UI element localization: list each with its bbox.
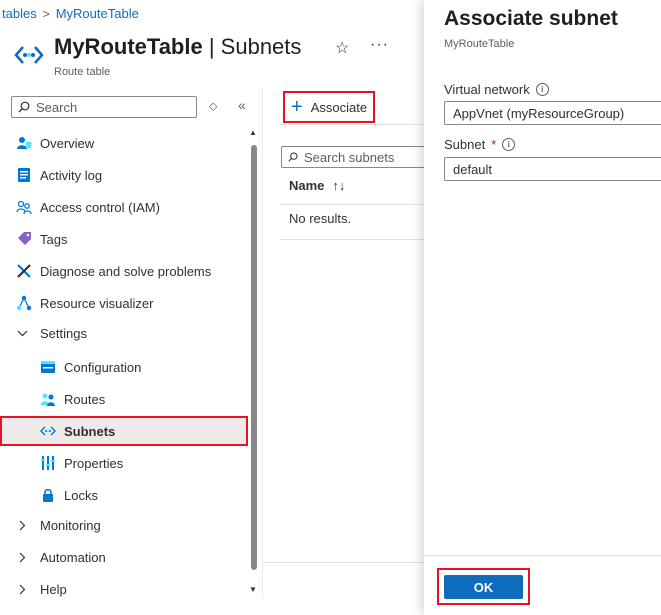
empty-state-text: No results. xyxy=(289,211,352,226)
star-icon[interactable]: ☆ xyxy=(335,38,349,58)
sidebar-item-label: Configuration xyxy=(64,359,142,375)
sidebar-item-label: Automation xyxy=(40,549,106,565)
chevron-right-icon xyxy=(16,552,28,563)
sidebar-item-label: Access control (IAM) xyxy=(40,199,160,215)
divider xyxy=(280,239,425,240)
scroll-up-arrow-icon[interactable]: ▲ xyxy=(249,128,257,137)
sidebar-item-label: Overview xyxy=(40,135,95,151)
field-label-text: Virtual network xyxy=(444,82,530,97)
subnet-icon xyxy=(14,46,44,64)
subnet-icon xyxy=(40,423,56,439)
chevron-right-icon xyxy=(16,584,28,595)
search-icon xyxy=(288,152,298,162)
sidebar-item-label: Locks xyxy=(64,487,98,503)
sidebar-item-overview[interactable]: Overview xyxy=(0,128,248,158)
sidebar-item-tags[interactable]: Tags xyxy=(0,224,248,254)
wrench-icon xyxy=(16,263,32,279)
panel-title: Associate subnet xyxy=(444,7,618,30)
sidebar-search-input[interactable] xyxy=(36,99,186,115)
subnet-search-input[interactable] xyxy=(304,149,424,165)
chevron-right-icon: > xyxy=(42,6,50,21)
column-header-label: Name xyxy=(289,178,325,193)
panel-subtitle: MyRouteTable xyxy=(444,38,515,50)
chevron-down-icon xyxy=(16,330,28,337)
lock-icon xyxy=(40,487,56,503)
subnet-search[interactable] xyxy=(281,146,425,168)
info-icon[interactable]: i xyxy=(535,83,549,96)
divider xyxy=(280,124,425,125)
required-marker: * xyxy=(491,137,497,152)
sidebar-group-automation[interactable]: Automation xyxy=(0,542,248,572)
resource-name: MyRouteTable xyxy=(54,34,203,59)
tag-icon xyxy=(16,231,32,247)
configuration-icon xyxy=(40,359,56,375)
sidebar-item-diagnose[interactable]: Diagnose and solve problems xyxy=(0,256,248,286)
sidebar-group-monitoring[interactable]: Monitoring xyxy=(0,510,248,540)
divider xyxy=(262,562,425,563)
people-icon xyxy=(16,199,32,215)
subnet-dropdown[interactable]: default xyxy=(444,157,661,181)
divider xyxy=(280,204,425,205)
collapse-sidebar-icon[interactable]: « xyxy=(238,97,246,113)
title-separator: | xyxy=(202,34,221,59)
virtual-network-value: AppVnet (myResourceGroup) xyxy=(453,105,625,121)
subnet-label: Subnet * i xyxy=(444,137,516,152)
info-icon[interactable]: i xyxy=(502,138,516,151)
breadcrumb-link-tables[interactable]: tables xyxy=(2,6,37,21)
routes-icon xyxy=(40,391,56,407)
sidebar-item-access-control[interactable]: Access control (IAM) xyxy=(0,192,248,222)
expand-collapse-icon[interactable]: ⬦ xyxy=(209,99,217,114)
associate-button-label: Associate xyxy=(310,99,368,115)
divider xyxy=(262,88,263,598)
sidebar-item-locks[interactable]: Locks xyxy=(0,480,248,510)
sidebar-item-label: Tags xyxy=(40,231,68,247)
virtual-network-label: Virtual network i xyxy=(444,82,549,97)
search-icon xyxy=(18,101,30,113)
sidebar-item-label: Monitoring xyxy=(40,517,101,533)
sidebar-scrollbar[interactable] xyxy=(251,145,257,570)
column-header-name[interactable]: Name ↑↓ xyxy=(289,178,345,193)
page-title: MyRouteTable | Subnets xyxy=(54,34,301,60)
plus-icon: + xyxy=(291,96,303,118)
sidebar-item-label: Routes xyxy=(64,391,106,407)
sidebar-item-label: Settings xyxy=(40,325,87,341)
sidebar-item-label: Help xyxy=(40,581,67,597)
field-label-text: Subnet xyxy=(444,137,486,152)
sidebar-item-label: Diagnose and solve problems xyxy=(40,263,212,279)
ellipsis-icon[interactable]: ··· xyxy=(370,36,389,54)
divider xyxy=(424,555,661,556)
sidebar-group-settings[interactable]: Settings xyxy=(0,318,248,348)
sidebar-item-label: Resource visualizer xyxy=(40,295,154,311)
network-icon xyxy=(16,295,32,311)
sidebar-item-label: Activity log xyxy=(40,167,103,183)
scroll-down-arrow-icon[interactable]: ▼ xyxy=(249,585,257,594)
associate-button[interactable]: + Associate xyxy=(283,91,375,123)
ok-button[interactable]: OK xyxy=(444,575,523,599)
activity-log-icon xyxy=(16,167,32,183)
properties-icon xyxy=(40,455,56,471)
subnet-value: default xyxy=(453,161,493,177)
sidebar-search[interactable] xyxy=(11,96,197,118)
sidebar-item-routes[interactable]: Routes xyxy=(0,384,248,414)
virtual-network-dropdown[interactable]: AppVnet (myResourceGroup) xyxy=(444,101,661,125)
overview-icon xyxy=(16,135,32,151)
breadcrumb: tables > MyRouteTable xyxy=(2,6,139,21)
sidebar-item-activity-log[interactable]: Activity log xyxy=(0,160,248,190)
sort-icon[interactable]: ↑↓ xyxy=(332,178,345,193)
sidebar-item-properties[interactable]: Properties xyxy=(0,448,248,478)
resource-type: Route table xyxy=(54,66,111,78)
sidebar-item-label: Subnets xyxy=(64,423,116,439)
breadcrumb-link-myroutetable[interactable]: MyRouteTable xyxy=(56,6,139,21)
sidebar-item-subnets[interactable]: Subnets xyxy=(0,416,248,446)
sidebar-item-resource-visualizer[interactable]: Resource visualizer xyxy=(0,288,248,318)
chevron-right-icon xyxy=(16,520,28,531)
section-name: Subnets xyxy=(220,34,302,59)
sidebar-group-help[interactable]: Help xyxy=(0,574,248,604)
sidebar-item-configuration[interactable]: Configuration xyxy=(0,352,248,382)
sidebar-item-label: Properties xyxy=(64,455,124,471)
